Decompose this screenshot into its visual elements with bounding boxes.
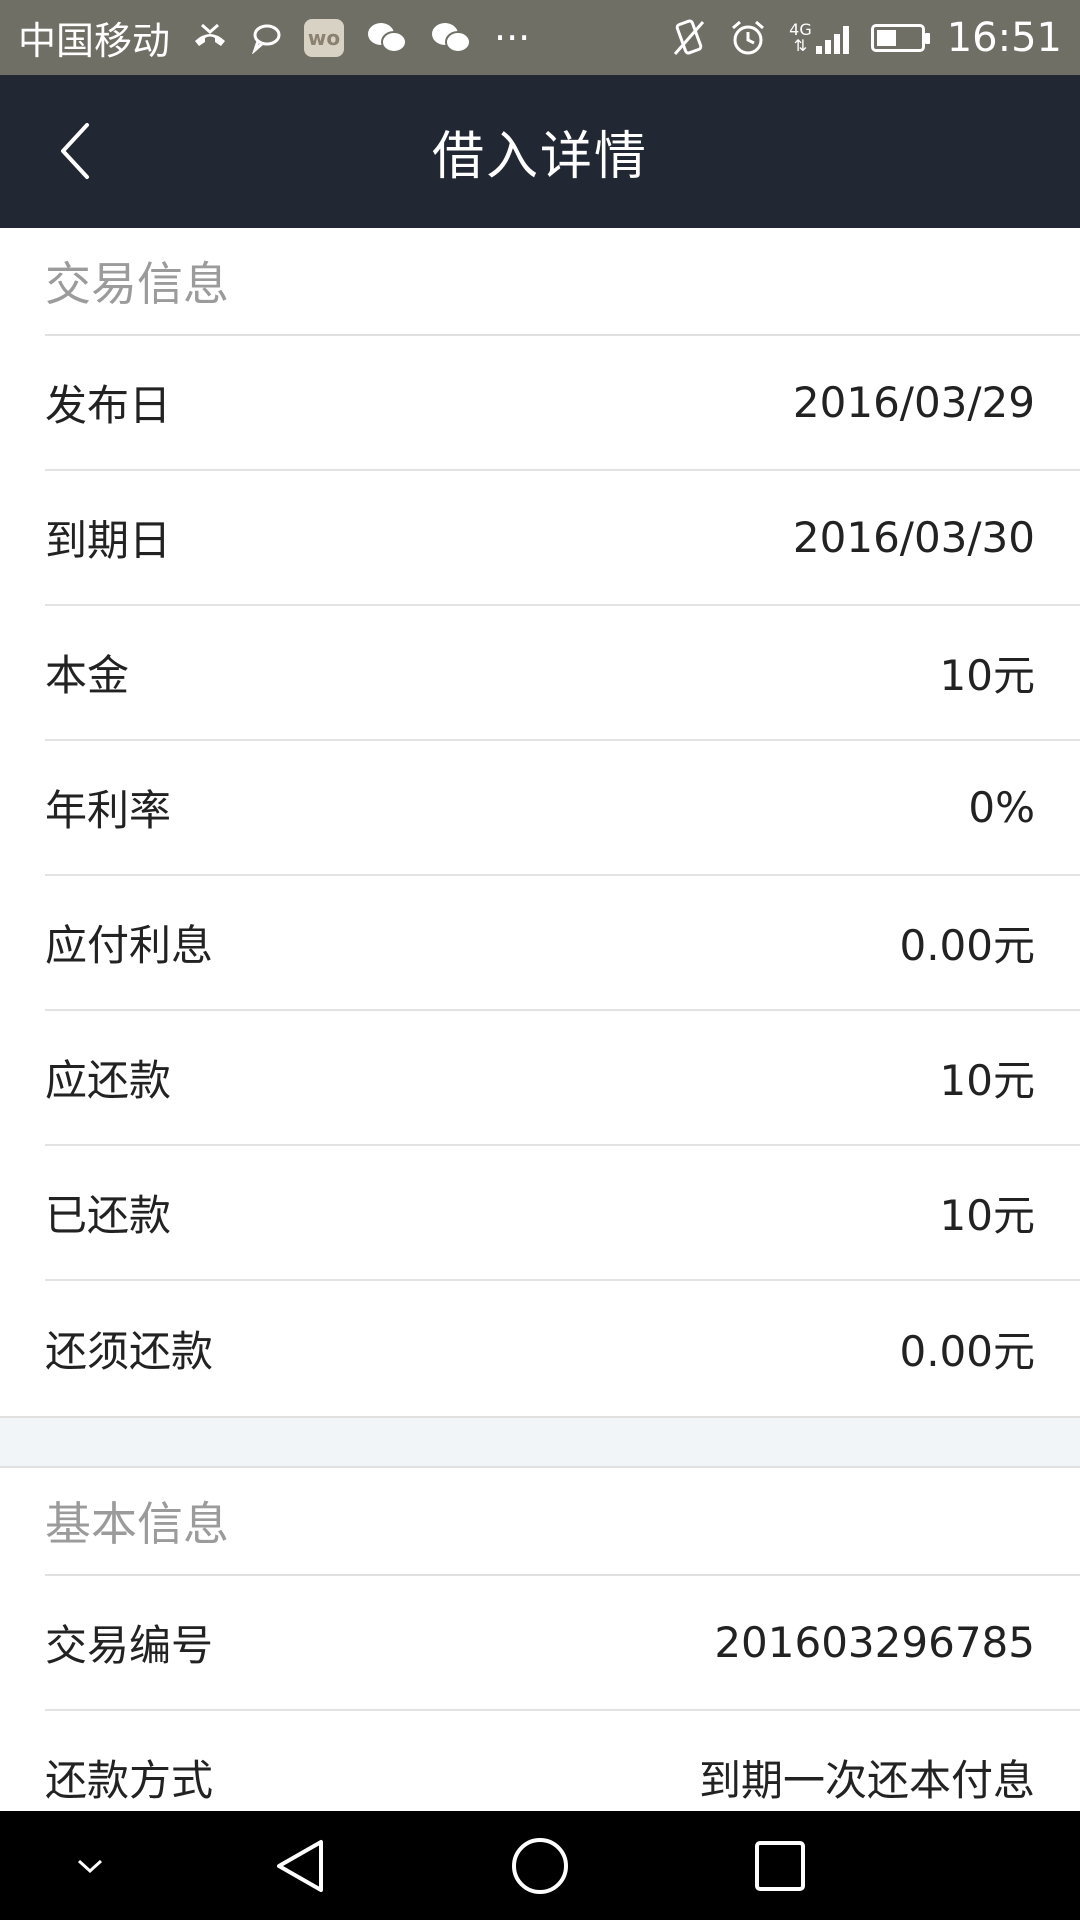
- row-label: 年利率: [45, 786, 172, 835]
- app-header: 借入详情: [0, 75, 1080, 228]
- row-amount-repaid: 已还款 10元: [45, 1146, 1080, 1281]
- battery-level-fill: [876, 29, 896, 46]
- row-value: 201603296785: [714, 1618, 1035, 1667]
- row-value: 到期一次还本付息: [698, 1756, 1035, 1805]
- row-principal: 本金 10元: [45, 606, 1080, 741]
- square-recents-icon: [755, 1840, 805, 1891]
- row-value: 0.00元: [899, 921, 1035, 970]
- more-notifications-icon: ···: [494, 15, 531, 60]
- wechat-icon: [430, 20, 472, 56]
- section-title: 交易信息: [45, 228, 1080, 336]
- row-remaining-due: 还须还款 0.00元: [45, 1281, 1080, 1416]
- clock-time: 16:51: [946, 14, 1062, 61]
- row-label: 交易编号: [45, 1621, 214, 1670]
- nav-back-button[interactable]: [260, 1811, 340, 1920]
- triangle-back-icon: [277, 1839, 323, 1892]
- detail-content[interactable]: 交易信息 发布日 2016/03/29 到期日 2016/03/30 本金 10…: [0, 228, 1080, 1846]
- nav-recents-button[interactable]: [740, 1811, 820, 1920]
- row-label: 还款方式: [45, 1756, 214, 1805]
- row-transaction-number: 交易编号 201603296785: [45, 1576, 1080, 1711]
- row-value: 0.00元: [899, 1327, 1035, 1376]
- row-publish-date: 发布日 2016/03/29: [45, 336, 1080, 471]
- battery-icon: [870, 23, 930, 52]
- alarm-clock-icon: [729, 19, 767, 57]
- hide-nav-button[interactable]: [60, 1811, 120, 1920]
- row-interest-payable: 应付利息 0.00元: [45, 876, 1080, 1011]
- missed-call-icon: [192, 21, 228, 55]
- system-nav-bar: [0, 1811, 1080, 1920]
- row-label: 应还款: [45, 1056, 172, 1105]
- row-value: 0%: [968, 783, 1035, 832]
- network-type: 4G ⇅: [789, 19, 812, 55]
- signal-indicator: 4G ⇅: [789, 19, 849, 55]
- row-value: 2016/03/29: [792, 378, 1035, 427]
- row-amount-due: 应还款 10元: [45, 1011, 1080, 1146]
- row-due-date: 到期日 2016/03/30: [45, 471, 1080, 606]
- message-bubble-icon: [250, 22, 282, 54]
- signal-strength-icon: [815, 24, 849, 54]
- row-annual-rate: 年利率 0%: [45, 741, 1080, 876]
- section-divider: [0, 1416, 1080, 1468]
- wo-app-icon: wo: [304, 18, 345, 57]
- row-value: 10元: [939, 1191, 1035, 1240]
- chevron-down-icon: [77, 1859, 103, 1873]
- section-transaction-info: 交易信息 发布日 2016/03/29 到期日 2016/03/30 本金 10…: [0, 228, 1080, 1416]
- section-title: 基本信息: [45, 1468, 1080, 1576]
- row-value: 10元: [939, 651, 1035, 700]
- row-label: 已还款: [45, 1191, 172, 1240]
- row-label: 本金: [45, 651, 130, 700]
- circle-home-icon: [512, 1837, 568, 1894]
- row-label: 应付利息: [45, 921, 214, 970]
- page-title: 借入详情: [431, 127, 648, 187]
- status-right: 4G ⇅ 16:51: [671, 15, 1062, 61]
- carrier-name: 中国移动: [18, 19, 171, 63]
- status-left: 中国移动 wo ···: [18, 10, 530, 65]
- vibrate-icon: [671, 18, 707, 58]
- section-basic-info: 基本信息 交易编号 201603296785 还款方式 到期一次还本付息: [0, 1468, 1080, 1846]
- row-label: 发布日: [45, 381, 172, 430]
- row-label: 还须还款: [45, 1327, 214, 1376]
- wechat-icon: [366, 20, 408, 56]
- row-value: 2016/03/30: [792, 513, 1035, 562]
- status-bar: 中国移动 wo ··· 4G ⇅ 16:51: [0, 0, 1080, 75]
- row-label: 到期日: [45, 516, 172, 565]
- nav-home-button[interactable]: [500, 1811, 580, 1920]
- row-value: 10元: [939, 1056, 1035, 1105]
